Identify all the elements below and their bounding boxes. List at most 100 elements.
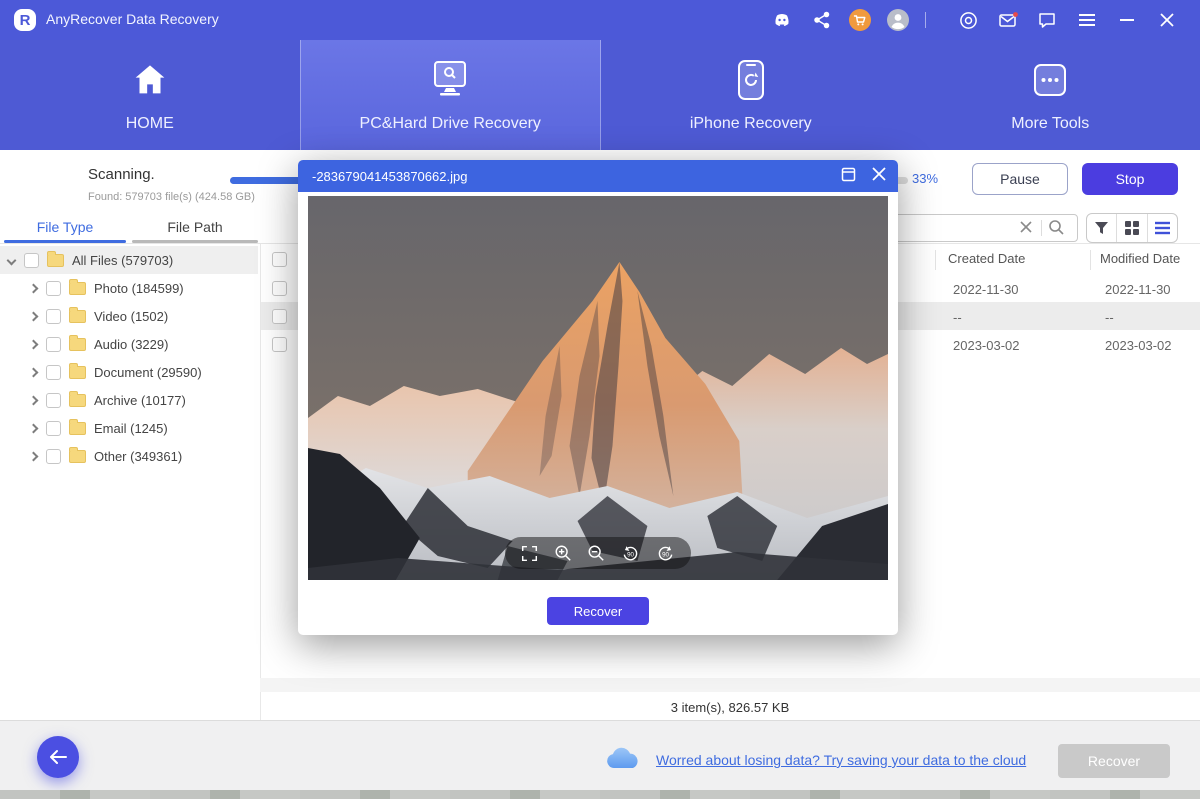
tab-file-type[interactable]: File Type	[0, 212, 130, 242]
back-arrow-icon	[47, 748, 69, 766]
mountain-photo	[308, 196, 888, 580]
grid-view-button[interactable]	[1116, 214, 1146, 242]
feedback-chat-icon[interactable]	[1035, 8, 1059, 32]
tree-item-video[interactable]: Video (1502)	[0, 302, 258, 330]
chevron-right-icon[interactable]	[29, 395, 39, 405]
tree-item-photo[interactable]: Photo (184599)	[0, 274, 258, 302]
column-header-created-date[interactable]: Created Date	[948, 251, 1025, 266]
folder-icon	[69, 450, 86, 463]
tree-item-label: Document (29590)	[94, 365, 202, 380]
share-icon[interactable]	[810, 8, 834, 32]
close-icon[interactable]	[1155, 8, 1179, 32]
zoom-in-icon[interactable]	[554, 544, 572, 562]
main-nav: HOME PC&Hard Drive Recovery	[0, 40, 1200, 150]
tree-item-audio[interactable]: Audio (3229)	[0, 330, 258, 358]
tree-item-label: All Files (579703)	[72, 253, 173, 268]
video-checkbox[interactable]	[46, 309, 61, 324]
cell-modified-date: --	[1105, 310, 1114, 325]
minimize-icon[interactable]	[1115, 8, 1139, 32]
tree-item-label: Audio (3229)	[94, 337, 168, 352]
tab-more-tools[interactable]: More Tools	[901, 40, 1200, 150]
preview-filename: -283679041453870662.jpg	[312, 169, 467, 184]
store-cart-icon[interactable]	[848, 8, 872, 32]
discord-icon[interactable]	[770, 8, 794, 32]
column-header-modified-date[interactable]: Modified Date	[1100, 251, 1180, 266]
account-avatar-icon[interactable]	[886, 8, 910, 32]
mail-icon[interactable]	[996, 8, 1020, 32]
select-all-checkbox[interactable]	[272, 252, 287, 267]
tree-item-archive[interactable]: Archive (10177)	[0, 386, 258, 414]
archive-checkbox[interactable]	[46, 393, 61, 408]
tab-pc-hard-drive-recovery[interactable]: PC&Hard Drive Recovery	[300, 40, 602, 150]
rotate-right-icon[interactable]: 90	[656, 544, 675, 563]
footer-recover-button[interactable]: Recover	[1058, 744, 1170, 778]
rotate-left-icon[interactable]: 90	[621, 544, 640, 563]
titlebar-separator	[925, 12, 926, 28]
chevron-right-icon[interactable]	[29, 451, 39, 461]
chevron-right-icon[interactable]	[29, 283, 39, 293]
view-options-group	[1086, 213, 1178, 243]
cloud-icon	[604, 746, 642, 772]
row-checkbox[interactable]	[272, 337, 287, 352]
fullscreen-icon[interactable]	[521, 545, 538, 562]
menu-icon[interactable]	[1075, 8, 1099, 32]
preview-modal: -283679041453870662.jpg	[298, 160, 898, 635]
list-view-button[interactable]	[1147, 214, 1177, 242]
cell-created-date: --	[953, 310, 962, 325]
back-button[interactable]	[37, 736, 79, 778]
tree-item-other[interactable]: Other (349361)	[0, 442, 258, 470]
scan-status-text: Scanning.	[88, 166, 155, 183]
tab-more-tools-label: More Tools	[1011, 115, 1089, 133]
monitor-recovery-icon	[427, 57, 473, 103]
horizontal-scrollbar-track[interactable]	[260, 678, 1200, 692]
tab-iphone-recovery[interactable]: iPhone Recovery	[601, 40, 901, 150]
folder-icon	[69, 366, 86, 379]
stop-button[interactable]: Stop	[1082, 163, 1178, 195]
cloud-backup-link[interactable]: Worred about losing data? Try saving you…	[656, 752, 1026, 768]
preview-modal-titlebar: -283679041453870662.jpg	[298, 160, 898, 192]
chevron-right-icon[interactable]	[29, 367, 39, 377]
tree-item-label: Photo (184599)	[94, 281, 184, 296]
tab-home[interactable]: HOME	[0, 40, 300, 150]
search-clear-icon[interactable]	[1019, 220, 1033, 234]
tree-item-label: Email (1245)	[94, 421, 168, 436]
app-title: AnyRecover Data Recovery	[46, 11, 219, 27]
all-files-checkbox[interactable]	[24, 253, 39, 268]
photo-checkbox[interactable]	[46, 281, 61, 296]
maximize-icon[interactable]	[841, 167, 856, 182]
chevron-right-icon[interactable]	[29, 423, 39, 433]
email-checkbox[interactable]	[46, 421, 61, 436]
tab-file-path[interactable]: File Path	[130, 212, 260, 242]
file-path-underline	[132, 240, 258, 243]
search-separator	[1041, 220, 1042, 236]
tree-item-label: Other (349361)	[94, 449, 182, 464]
tree-item-all-files[interactable]: All Files (579703)	[0, 246, 258, 274]
titlebar: R AnyRecover Data Recovery	[0, 0, 1200, 40]
image-controls-bar: 90 90	[505, 537, 691, 569]
chevron-right-icon[interactable]	[29, 339, 39, 349]
tree-item-document[interactable]: Document (29590)	[0, 358, 258, 386]
preview-image	[308, 196, 888, 580]
pause-button[interactable]: Pause	[972, 163, 1068, 195]
app-window: R AnyRecover Data Recovery	[0, 0, 1200, 799]
document-checkbox[interactable]	[46, 365, 61, 380]
tree-item-email[interactable]: Email (1245)	[0, 414, 258, 442]
tree-item-label: Video (1502)	[94, 309, 168, 324]
folder-icon	[69, 282, 86, 295]
tree-item-label: Archive (10177)	[94, 393, 186, 408]
row-checkbox[interactable]	[272, 281, 287, 296]
search-icon[interactable]	[1048, 219, 1065, 236]
scan-progress-percent: 33%	[912, 171, 938, 186]
filter-button[interactable]	[1087, 214, 1116, 242]
scan-found-text: Found: 579703 file(s) (424.58 GB)	[88, 191, 255, 203]
preview-close-icon[interactable]	[872, 167, 886, 181]
chevron-down-icon[interactable]	[7, 255, 17, 265]
other-checkbox[interactable]	[46, 449, 61, 464]
chevron-right-icon[interactable]	[29, 311, 39, 321]
zoom-out-icon[interactable]	[587, 544, 605, 562]
column-divider	[1090, 250, 1091, 270]
audio-checkbox[interactable]	[46, 337, 61, 352]
support-center-icon[interactable]	[956, 8, 980, 32]
row-checkbox[interactable]	[272, 309, 287, 324]
preview-recover-button[interactable]: Recover	[547, 597, 649, 625]
